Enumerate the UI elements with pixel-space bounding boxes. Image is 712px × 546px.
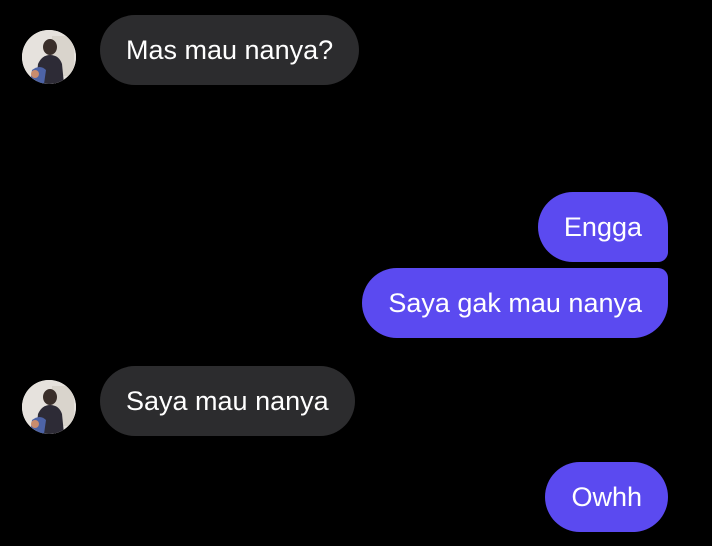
incoming-message-bubble[interactable]: Saya mau nanya — [100, 366, 355, 436]
sender-avatar[interactable] — [22, 380, 76, 434]
message-thread: Mas mau nanya? Engga Saya gak mau nanya … — [0, 0, 712, 546]
outgoing-message-bubble[interactable]: Owhh — [545, 462, 668, 532]
outgoing-message-bubble[interactable]: Saya gak mau nanya — [362, 268, 668, 338]
sender-avatar[interactable] — [22, 30, 76, 84]
outgoing-message-bubble[interactable]: Engga — [537, 192, 668, 262]
person-avatar-icon — [22, 380, 76, 434]
incoming-message-bubble[interactable]: Mas mau nanya? — [100, 15, 360, 85]
person-avatar-icon — [22, 30, 76, 84]
